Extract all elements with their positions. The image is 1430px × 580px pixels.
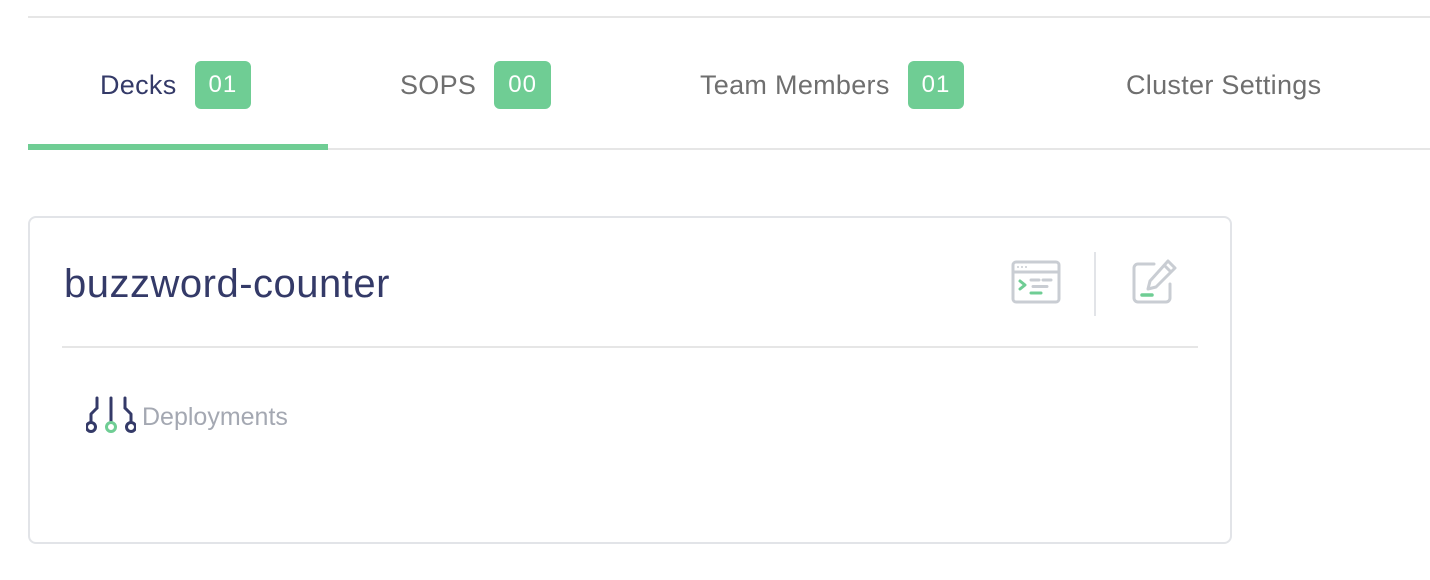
tab-decks-label: Decks bbox=[100, 69, 177, 100]
tab-team-members-count-badge: 01 bbox=[907, 61, 965, 109]
terminal-button[interactable] bbox=[1010, 258, 1062, 310]
tab-cluster-settings[interactable]: Cluster Settings bbox=[1126, 60, 1321, 110]
actions-divider bbox=[1094, 252, 1096, 316]
edit-button[interactable] bbox=[1128, 258, 1180, 310]
tab-sops-count-badge: 00 bbox=[494, 61, 551, 109]
deck-card: buzzword-counter Deployments bbox=[28, 216, 1232, 544]
tab-sops[interactable]: SOPS 00 bbox=[400, 60, 551, 110]
deck-title[interactable]: buzzword-counter bbox=[64, 262, 390, 307]
tab-team-members[interactable]: Team Members 01 bbox=[700, 60, 965, 110]
deployments-icon bbox=[85, 394, 137, 441]
tab-cluster-settings-label: Cluster Settings bbox=[1126, 69, 1322, 100]
terminal-icon bbox=[1011, 260, 1061, 309]
tab-bar: Decks 01 SOPS 00 Team Members 01 Cluster… bbox=[28, 52, 1430, 150]
deployments-link[interactable]: Deployments bbox=[85, 394, 288, 441]
tab-sops-label: SOPS bbox=[400, 69, 477, 100]
tab-team-members-label: Team Members bbox=[700, 69, 890, 100]
tab-decks-count-badge: 01 bbox=[194, 61, 252, 109]
top-divider bbox=[28, 16, 1430, 18]
active-tab-indicator bbox=[28, 144, 328, 150]
deployments-label: Deployments bbox=[142, 403, 288, 431]
card-divider bbox=[62, 346, 1198, 348]
card-actions bbox=[1010, 252, 1180, 316]
edit-icon bbox=[1130, 258, 1178, 311]
tab-decks[interactable]: Decks 01 bbox=[100, 60, 252, 110]
